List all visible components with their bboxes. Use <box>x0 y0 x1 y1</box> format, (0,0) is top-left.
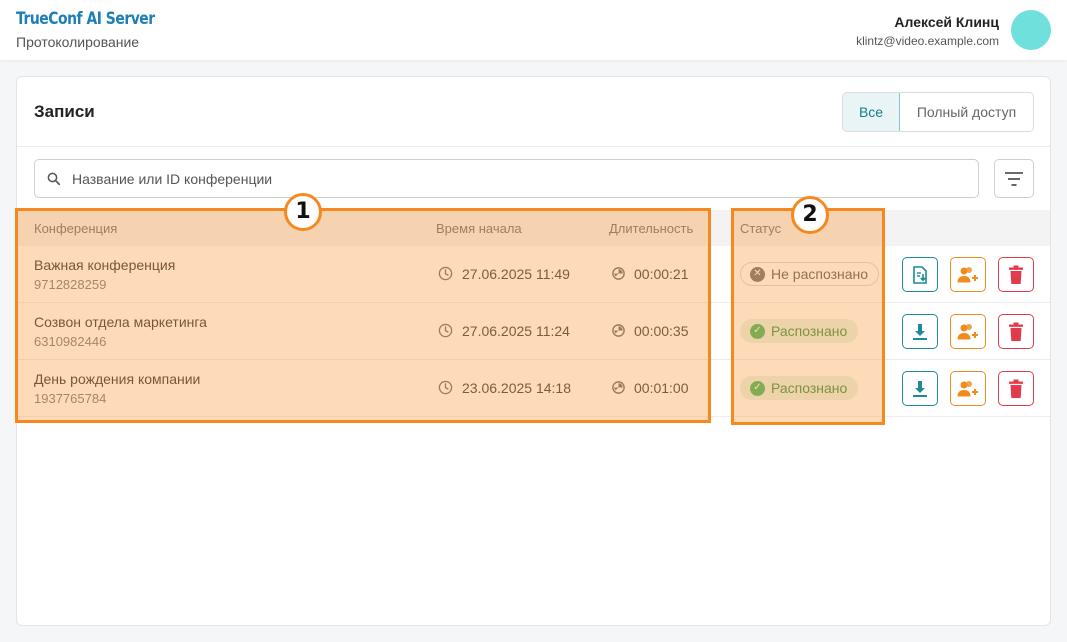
annotation-marker-2: 2 <box>791 196 829 234</box>
column-duration[interactable]: Длительность <box>609 221 693 236</box>
share-access-button[interactable] <box>950 314 986 349</box>
trash-icon <box>1009 379 1023 398</box>
table-header: Конференция Время начала Длительность Ст… <box>17 210 1050 246</box>
duration: 00:00:21 <box>634 266 689 282</box>
avatar[interactable] <box>1011 10 1051 50</box>
conference-name: Важная конференция <box>34 257 176 273</box>
duration: 00:00:35 <box>634 323 689 339</box>
status-badge: ✓ Распознано <box>740 376 859 400</box>
start-time: 27.06.2025 11:24 <box>462 323 570 339</box>
add-user-icon <box>957 266 978 282</box>
check-icon: ✓ <box>750 323 765 339</box>
download-button[interactable] <box>902 314 938 349</box>
search-icon <box>47 172 61 186</box>
annotation-marker-1: 1 <box>284 193 322 231</box>
cross-icon: ✕ <box>750 266 765 282</box>
duration: 00:01:00 <box>634 380 689 396</box>
clock-icon <box>438 266 453 281</box>
status-text: Распознано <box>771 380 848 396</box>
conference-name: Созвон отдела маркетинга <box>34 314 207 330</box>
status-badge: ✓ Распознано <box>740 319 859 343</box>
status-text: Распознано <box>771 323 848 339</box>
top-bar: TrueConf AI Server Протоколирование Алек… <box>0 0 1067 60</box>
transcript-download-icon <box>913 265 927 284</box>
search-box <box>34 159 979 198</box>
start-time: 23.06.2025 14:18 <box>462 380 571 396</box>
page-title: Записи <box>34 102 95 121</box>
user-email: klintz@video.example.com <box>856 34 999 48</box>
app-section-title: Протоколирование <box>16 34 140 50</box>
delete-button[interactable] <box>998 371 1034 406</box>
status-badge: ✕ Не распознано <box>740 262 880 286</box>
access-filter: Все Полный доступ <box>842 92 1034 132</box>
divider <box>17 146 1050 147</box>
table-row[interactable]: Созвон отдела маркетинга 6310982446 27.0… <box>17 303 1050 360</box>
column-start-time[interactable]: Время начала <box>436 221 522 236</box>
status-text: Не распознано <box>771 266 869 282</box>
trash-icon <box>1009 265 1023 284</box>
tab-full-access[interactable]: Полный доступ <box>900 93 1033 131</box>
check-icon: ✓ <box>750 380 765 396</box>
trash-icon <box>1009 322 1023 341</box>
start-time: 27.06.2025 11:49 <box>462 266 570 282</box>
clock-icon <box>438 380 453 395</box>
user-name: Алексей Клинц <box>894 14 999 30</box>
filter-icon <box>1005 171 1023 186</box>
clock-icon <box>438 323 453 338</box>
duration-icon <box>612 324 625 337</box>
download-icon <box>913 323 927 340</box>
delete-button[interactable] <box>998 257 1034 292</box>
conference-name: День рождения компании <box>34 371 201 387</box>
tab-all[interactable]: Все <box>843 93 900 131</box>
app-logo[interactable]: TrueConf AI Server <box>16 9 155 29</box>
download-transcript-button[interactable] <box>902 257 938 292</box>
share-access-button[interactable] <box>950 257 986 292</box>
download-icon <box>913 380 927 397</box>
share-access-button[interactable] <box>950 371 986 406</box>
conference-id: 1937765784 <box>34 391 107 406</box>
records-card: Записи Все Полный доступ Конференция Вре… <box>16 76 1051 626</box>
conference-id: 6310982446 <box>34 334 107 349</box>
duration-icon <box>612 267 625 280</box>
search-input[interactable] <box>72 160 962 197</box>
add-user-icon <box>957 323 978 339</box>
add-user-icon <box>957 380 978 396</box>
conference-id: 9712828259 <box>34 277 107 292</box>
duration-icon <box>612 381 625 394</box>
download-button[interactable] <box>902 371 938 406</box>
column-conference[interactable]: Конференция <box>34 221 117 236</box>
column-status[interactable]: Статус <box>740 221 781 236</box>
filter-button[interactable] <box>994 159 1034 198</box>
table-row[interactable]: Важная конференция 9712828259 27.06.2025… <box>17 246 1050 303</box>
delete-button[interactable] <box>998 314 1034 349</box>
table-row[interactable]: День рождения компании 1937765784 23.06.… <box>17 360 1050 417</box>
